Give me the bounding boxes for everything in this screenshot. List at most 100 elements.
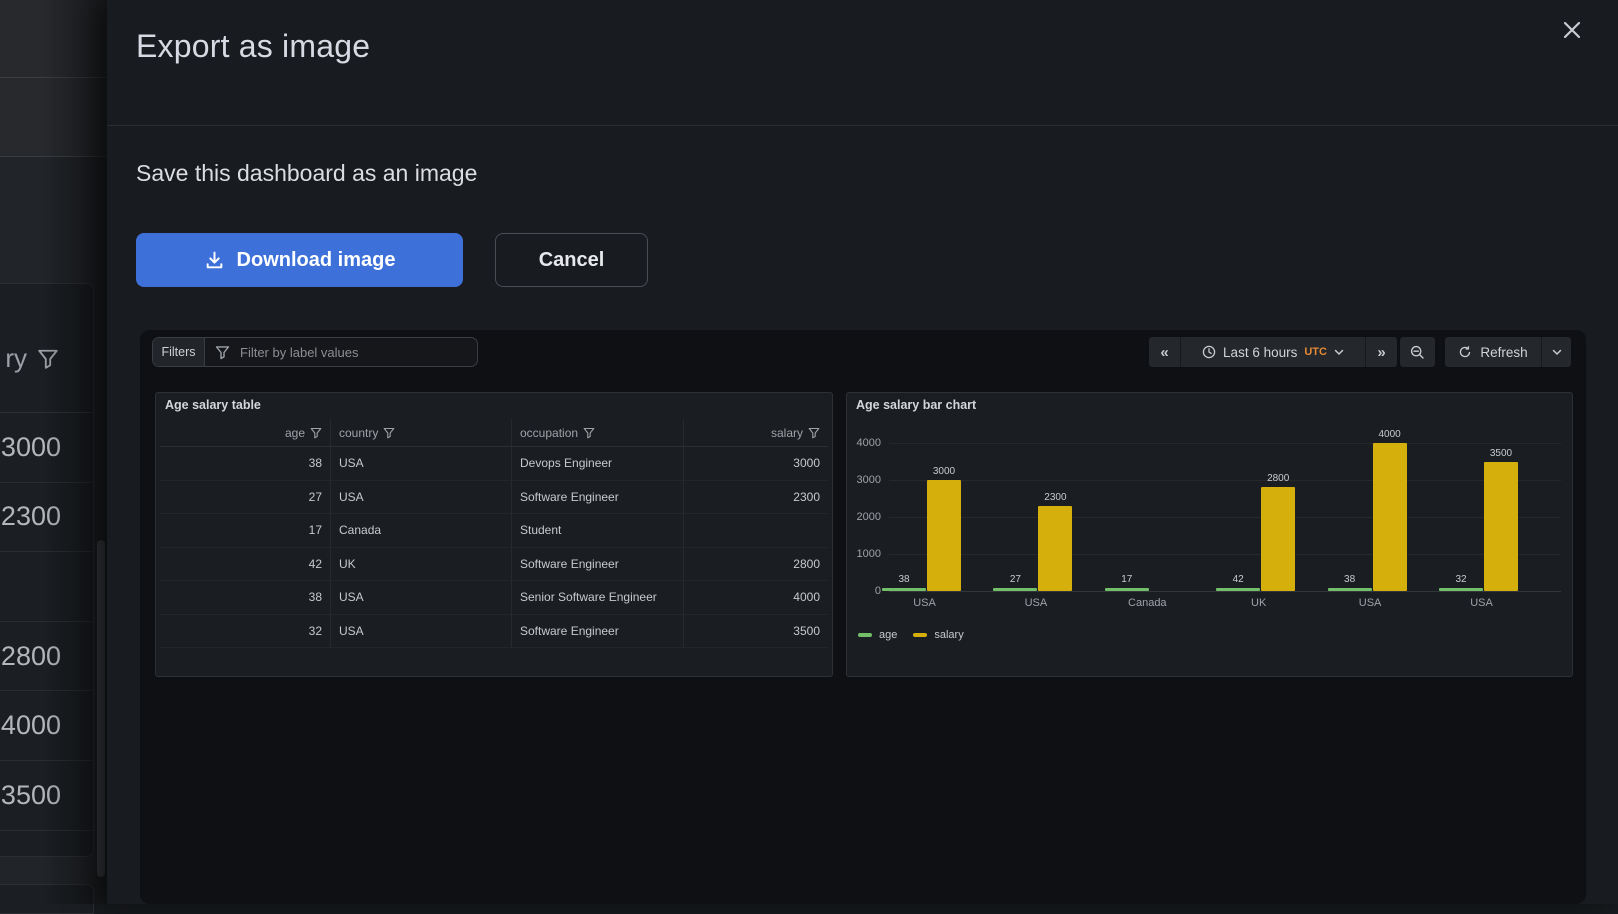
column-header-salary[interactable]: salary: [684, 419, 828, 447]
table-cell: 42: [160, 548, 331, 582]
time-shift-forward-button[interactable]: »: [1366, 337, 1397, 367]
age-salary-bar-chart-panel: Age salary bar chart 4000300020001000038…: [846, 392, 1573, 677]
table-cell: 38: [160, 581, 331, 615]
download-button-label: Download image: [237, 249, 396, 272]
table-cell: Devops Engineer: [512, 447, 684, 481]
data-table: agecountryoccupationsalary38USADevops En…: [160, 419, 828, 648]
table-cell: [684, 514, 828, 548]
age-bar[interactable]: [993, 588, 1037, 591]
table-cell: 2300: [684, 481, 828, 515]
table-cell: Student: [512, 514, 684, 548]
background-next-panel-edge: [0, 884, 94, 914]
column-header-country[interactable]: country: [331, 419, 512, 447]
age-bar[interactable]: [1216, 588, 1260, 591]
table-cell: UK: [331, 548, 512, 582]
salary-bar[interactable]: [927, 480, 961, 591]
table-cell: USA: [331, 581, 512, 615]
zoom-out-group: [1400, 337, 1435, 367]
background-subtoolbar-row: [0, 78, 107, 157]
background-column-label-partial: ry: [5, 343, 27, 374]
table-cell: 3000: [684, 447, 828, 481]
time-range-label: Last 6 hours: [1223, 345, 1297, 360]
table-cell: 3500: [684, 615, 828, 649]
legend-label: salary: [934, 629, 963, 641]
table-cell: USA: [331, 481, 512, 515]
time-range-picker[interactable]: Last 6 hours UTC: [1181, 337, 1365, 367]
filter-input[interactable]: Filter by label values: [205, 338, 477, 366]
background-scrollbar-thumb[interactable]: [97, 540, 105, 877]
gridline: [889, 591, 1561, 592]
time-shift-back-button[interactable]: «: [1149, 337, 1180, 367]
table-cell: 4000: [684, 581, 828, 615]
age-bar[interactable]: [1328, 588, 1372, 591]
background-table-cell: 3500: [0, 761, 93, 831]
salary-value-label: 4000: [1360, 429, 1420, 440]
x-axis-category-label: USA: [1426, 597, 1537, 609]
salary-bar[interactable]: [1038, 506, 1072, 591]
table-cell: Senior Software Engineer: [512, 581, 684, 615]
table-cell: USA: [331, 447, 512, 481]
refresh-button[interactable]: Refresh: [1445, 337, 1541, 367]
table-cell: Canada: [331, 514, 512, 548]
modal-title: Export as image: [136, 28, 370, 65]
legend-swatch: [858, 633, 872, 637]
background-table-cell: [0, 552, 93, 622]
bar-group: 383000USA: [869, 393, 980, 591]
filter-icon[interactable]: [37, 348, 59, 370]
legend-item-salary[interactable]: salary: [913, 629, 963, 641]
bar-group: 384000USA: [1315, 393, 1426, 591]
table-cell: Software Engineer: [512, 548, 684, 582]
table-cell: 17: [160, 514, 331, 548]
bar-group: 17Canada: [1092, 393, 1203, 591]
age-bar[interactable]: [1439, 588, 1483, 591]
background-table-cell: 2800: [0, 622, 93, 692]
refresh-group: Refresh: [1445, 337, 1571, 367]
filter-bar: Filters Filter by label values: [152, 337, 478, 367]
legend-label: age: [879, 629, 897, 641]
bar-group: 422800UK: [1203, 393, 1314, 591]
modal-header-divider: [107, 125, 1618, 126]
cancel-button-label: Cancel: [539, 249, 605, 272]
filters-chip: Filters: [153, 338, 205, 366]
salary-bar[interactable]: [1373, 443, 1407, 591]
legend-item-age[interactable]: age: [858, 629, 897, 641]
salary-bar[interactable]: [1261, 487, 1295, 591]
chevron-down-icon: [1334, 349, 1344, 356]
age-bar[interactable]: [882, 588, 926, 591]
clock-icon: [1202, 345, 1216, 359]
bar-group: 323500USA: [1426, 393, 1537, 591]
age-bar[interactable]: [1105, 588, 1149, 591]
column-header-age[interactable]: age: [160, 419, 331, 447]
column-header-occupation[interactable]: occupation: [512, 419, 684, 447]
background-table-header: ry: [0, 284, 93, 413]
salary-bar[interactable]: [1484, 462, 1518, 592]
download-image-button[interactable]: Download image: [136, 233, 463, 287]
refresh-icon: [1458, 345, 1472, 359]
table-cell: 32: [160, 615, 331, 649]
x-axis-category-label: USA: [869, 597, 980, 609]
table-panel-title: Age salary table: [165, 398, 261, 412]
bar-group: 272300USA: [980, 393, 1091, 591]
table-cell: 27: [160, 481, 331, 515]
refresh-interval-dropdown[interactable]: [1542, 337, 1571, 367]
time-controls: « Last 6 hours UTC » Refresh: [1131, 337, 1571, 367]
x-axis-category-label: USA: [980, 597, 1091, 609]
background-table-cell: 2300: [0, 483, 93, 553]
close-icon[interactable]: [1556, 14, 1588, 46]
table-cell: 2800: [684, 548, 828, 582]
timezone-label: UTC: [1304, 346, 1327, 358]
salary-value-label: 2800: [1248, 473, 1308, 484]
download-icon: [204, 250, 225, 271]
time-picker-group: « Last 6 hours UTC »: [1149, 337, 1397, 367]
background-toolbar-row: [0, 0, 107, 78]
cancel-button[interactable]: Cancel: [495, 233, 648, 287]
chart-legend: age salary: [858, 629, 964, 641]
table-cell: Software Engineer: [512, 615, 684, 649]
table-cell: USA: [331, 615, 512, 649]
x-axis-category-label: USA: [1315, 597, 1426, 609]
background-table-cell: 3000: [0, 413, 93, 483]
time-zoom-out-button[interactable]: [1400, 337, 1435, 367]
background-table-cell: 4000: [0, 691, 93, 761]
salary-value-label: 3000: [914, 466, 974, 477]
filter-funnel-icon: [215, 345, 230, 360]
